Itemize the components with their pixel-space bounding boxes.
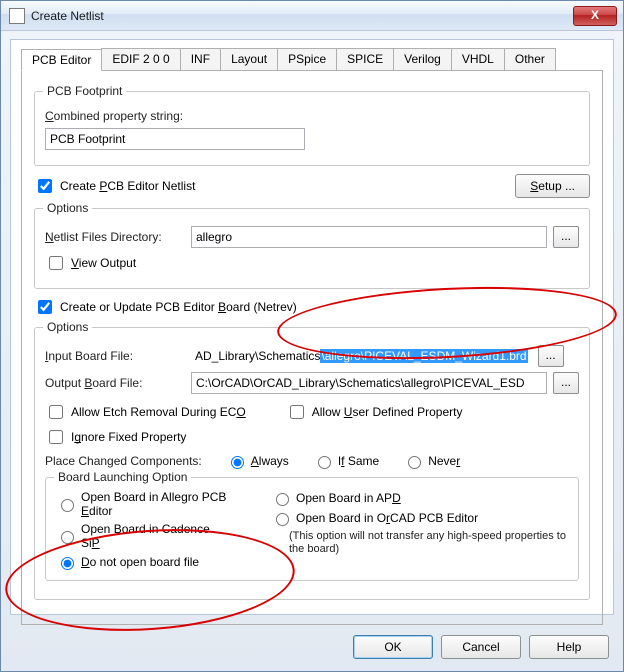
ok-button[interactable]: OK bbox=[353, 635, 433, 659]
create-update-board-input[interactable] bbox=[38, 300, 52, 314]
tab-other[interactable]: Other bbox=[504, 48, 556, 70]
title-bar: Create Netlist X bbox=[1, 1, 623, 31]
options-netlist-group: Options Netlist Files Directory: ... Vie… bbox=[34, 208, 590, 289]
tab-pspice[interactable]: PSpice bbox=[277, 48, 337, 70]
tab-layout[interactable]: Layout bbox=[220, 48, 278, 70]
board-launching-group: Board Launching Option Open Board in All… bbox=[45, 477, 579, 581]
launch-do-not-open[interactable]: Do not open board file bbox=[56, 554, 231, 570]
close-button[interactable]: X bbox=[573, 6, 617, 26]
setup-button[interactable]: Setup ... bbox=[515, 174, 590, 198]
dialog-button-row: OK Cancel Help bbox=[1, 623, 623, 671]
combined-property-label: Combined property string: bbox=[45, 109, 183, 123]
launch-allegro[interactable]: Open Board in Allegro PCB Editor bbox=[56, 490, 231, 518]
pcb-footprint-group: PCB Footprint Combined property string: bbox=[34, 91, 590, 166]
help-button[interactable]: Help bbox=[529, 635, 609, 659]
tab-pcb-editor[interactable]: PCB Editor bbox=[21, 49, 102, 71]
output-board-field[interactable] bbox=[191, 372, 547, 394]
create-pcb-netlist-input[interactable] bbox=[38, 179, 52, 193]
tab-strip: PCB Editor EDIF 2 0 0 INF Layout PSpice … bbox=[21, 48, 603, 71]
place-changed-if-same[interactable]: If Same bbox=[313, 453, 379, 469]
create-netlist-dialog: Create Netlist X PCB Editor EDIF 2 0 0 I… bbox=[0, 0, 624, 672]
combined-property-field[interactable] bbox=[45, 128, 305, 150]
tab-body: PCB Footprint Combined property string: … bbox=[21, 71, 603, 625]
view-output-checkbox[interactable]: View Output bbox=[45, 253, 136, 273]
launch-apd[interactable]: Open Board in APD bbox=[271, 490, 568, 506]
group-label: Options bbox=[43, 201, 92, 215]
allow-etch-input[interactable] bbox=[49, 405, 63, 419]
allow-user-prop-input[interactable] bbox=[290, 405, 304, 419]
view-output-input[interactable] bbox=[49, 256, 63, 270]
tab-vhdl[interactable]: VHDL bbox=[451, 48, 505, 70]
allow-etch-checkbox[interactable]: Allow Etch Removal During ECO bbox=[45, 402, 246, 422]
ignore-fixed-input[interactable] bbox=[49, 430, 63, 444]
output-board-browse-button[interactable]: ... bbox=[553, 372, 579, 394]
create-update-board-checkbox[interactable]: Create or Update PCB Editor Board (Netre… bbox=[34, 297, 297, 317]
group-label: Options bbox=[43, 320, 92, 334]
allow-user-prop-checkbox[interactable]: Allow User Defined Property bbox=[286, 402, 463, 422]
place-changed-never[interactable]: Never bbox=[403, 453, 460, 469]
window-title: Create Netlist bbox=[31, 9, 573, 23]
group-label: Board Launching Option bbox=[54, 470, 191, 484]
netlist-dir-field[interactable] bbox=[191, 226, 547, 248]
tab-edif-200[interactable]: EDIF 2 0 0 bbox=[101, 48, 180, 70]
client-area: PCB Editor EDIF 2 0 0 INF Layout PSpice … bbox=[10, 39, 614, 615]
tab-verilog[interactable]: Verilog bbox=[393, 48, 452, 70]
input-board-field[interactable]: AD_Library\Schematics\allegro\PICEVAL_ES… bbox=[191, 345, 532, 367]
input-board-browse-button[interactable]: ... bbox=[538, 345, 564, 367]
tab-inf[interactable]: INF bbox=[180, 48, 221, 70]
input-board-label: Input Board File: bbox=[45, 349, 185, 363]
netlist-dir-label: Netlist Files Directory: bbox=[45, 230, 185, 244]
tab-spice[interactable]: SPICE bbox=[336, 48, 394, 70]
output-board-label: Output Board File: bbox=[45, 376, 185, 390]
create-pcb-netlist-checkbox[interactable]: Create PCB Editor Netlist bbox=[34, 176, 195, 196]
launch-orcad[interactable]: Open Board in OrCAD PCB Editor bbox=[271, 510, 568, 526]
launch-orcad-note: (This option will not transfer any high-… bbox=[289, 530, 568, 555]
options-board-group: Options Input Board File: AD_Library\Sch… bbox=[34, 327, 590, 600]
ignore-fixed-checkbox[interactable]: Ignore Fixed Property bbox=[45, 427, 186, 447]
launch-cadence-sip[interactable]: Open Board in Cadence SiP bbox=[56, 522, 231, 550]
netlist-dir-browse-button[interactable]: ... bbox=[553, 226, 579, 248]
cancel-button[interactable]: Cancel bbox=[441, 635, 521, 659]
place-changed-label: Place Changed Components: bbox=[45, 454, 202, 468]
group-label: PCB Footprint bbox=[43, 84, 126, 98]
app-icon bbox=[9, 8, 25, 24]
place-changed-always[interactable]: Always bbox=[226, 453, 289, 469]
